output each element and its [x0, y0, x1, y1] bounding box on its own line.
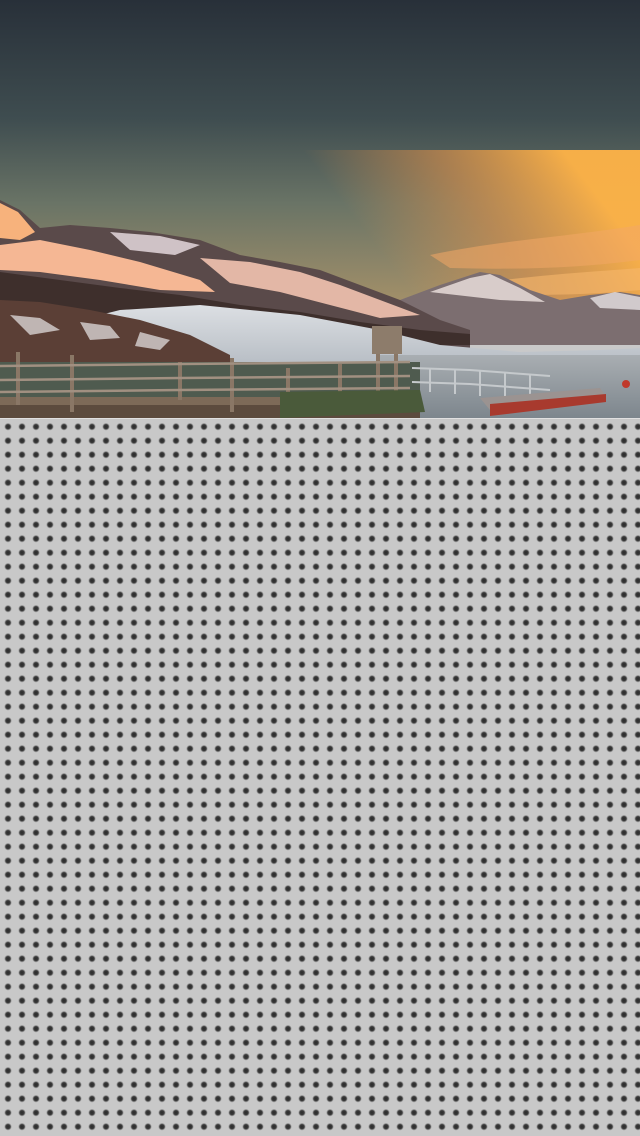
perforated-metal-panel	[0, 418, 640, 1136]
landscape-image	[0, 0, 640, 418]
home-screen	[0, 0, 640, 1136]
wallpaper-photo	[0, 0, 640, 418]
